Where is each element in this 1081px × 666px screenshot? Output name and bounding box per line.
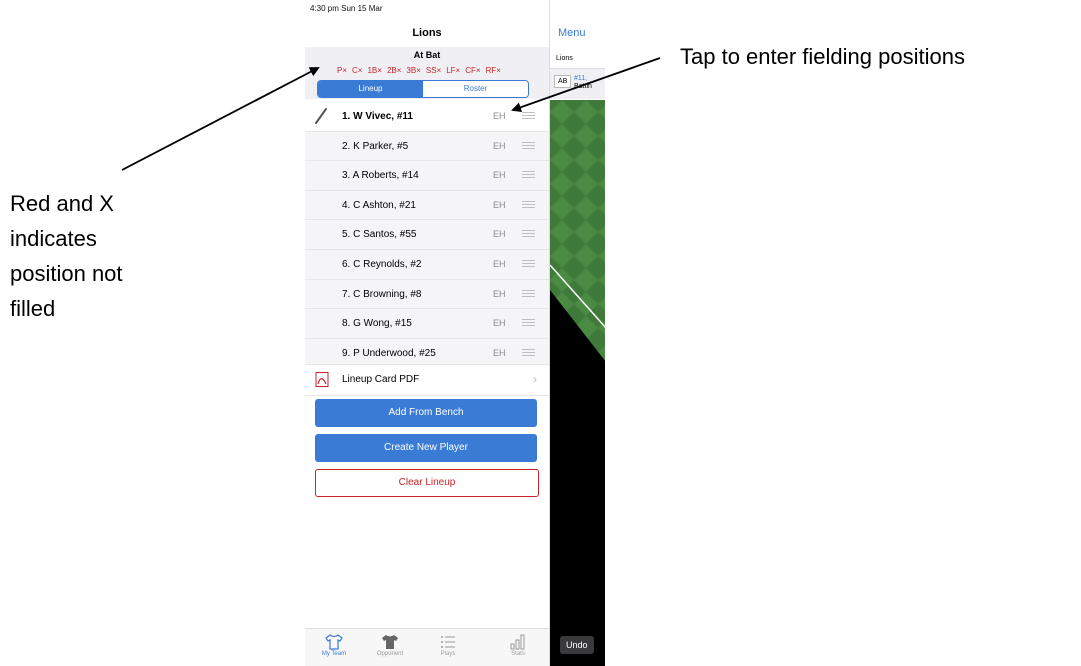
fielding-position[interactable]: EH (493, 259, 506, 269)
lineup-roster-segment: Lineup Roster (317, 80, 529, 98)
position-indicator[interactable]: 3B× (406, 66, 420, 75)
lineup-row[interactable]: 8. G Wong, #15 EH (305, 309, 549, 339)
reorder-handle-icon[interactable] (522, 112, 535, 120)
at-bat-title: At Bat (413, 50, 441, 60)
batter-number: #11, (574, 75, 588, 82)
annotation-line: position not (10, 261, 123, 286)
tab-my-team[interactable]: My Team (309, 633, 359, 657)
segment-lineup[interactable]: Lineup (318, 81, 423, 97)
position-indicator[interactable]: C× (352, 66, 362, 75)
annotation-line: indicates (10, 226, 97, 251)
player-name: 7. C Browning, #8 (342, 288, 422, 300)
add-from-bench-button[interactable]: Add From Bench (315, 399, 537, 427)
clear-lineup-button[interactable]: Clear Lineup (315, 469, 539, 497)
ab-tab[interactable]: AB (554, 75, 572, 88)
fielding-position[interactable]: EH (493, 229, 506, 239)
position-indicator[interactable]: RF× (486, 66, 501, 75)
annotation-line: Red and X (10, 191, 114, 216)
lineup-row[interactable]: 1. W Vivec, #11 EH (305, 102, 549, 132)
player-name: 1. W Vivec, #11 (342, 111, 413, 122)
tab-label: Stats (511, 651, 525, 657)
undo-button[interactable]: Undo (560, 636, 594, 654)
reorder-handle-icon[interactable] (522, 141, 535, 150)
bat-icon (315, 108, 327, 124)
segment-roster[interactable]: Roster (423, 81, 528, 97)
lineup-row[interactable]: 4. C Ashton, #21 EH (305, 190, 549, 221)
fielding-position[interactable]: EH (493, 348, 506, 358)
arrow-left (121, 67, 320, 171)
player-name: 4. C Ashton, #21 (342, 199, 416, 211)
annotation-line: filled (10, 296, 56, 321)
field-pane: Menu Lions AB #11, Battin Undo (549, 0, 605, 666)
left-annotation: Red and X indicates position not filled (10, 186, 210, 326)
chevron-right-icon: › (533, 372, 537, 386)
tab-label: Opponent (376, 651, 404, 657)
fielding-position[interactable]: EH (493, 200, 506, 210)
position-indicator[interactable]: LF× (446, 66, 460, 75)
position-indicator[interactable]: SS× (426, 66, 441, 75)
reorder-handle-icon[interactable] (522, 319, 535, 327)
reorder-handle-icon[interactable] (522, 200, 535, 209)
reorder-handle-icon[interactable] (522, 171, 535, 179)
position-indicator[interactable]: CF× (465, 66, 480, 75)
tab-label: My Team (321, 651, 347, 657)
lineup-row[interactable]: 2. K Parker, #5 EH (305, 131, 549, 162)
reorder-handle-icon[interactable] (522, 230, 535, 238)
status-bar: 4:30 pm Sun 15 Mar (310, 4, 383, 13)
tab-stats[interactable]: Stats (493, 633, 543, 657)
tab-plays[interactable]: Plays (423, 633, 473, 657)
ipad-screen: 4:30 pm Sun 15 Mar Lions At Bat P× C× 1B… (305, 0, 605, 666)
menu-button[interactable]: Menu (558, 27, 586, 39)
player-name: 9. P Underwood, #25 (342, 347, 436, 359)
right-annotation: Tap to enter fielding positions (680, 44, 965, 69)
fielding-position[interactable]: EH (493, 170, 506, 180)
fielding-position[interactable]: EH (493, 289, 506, 299)
pdf-label: Lineup Card PDF (342, 374, 420, 385)
field-graphic (550, 100, 605, 361)
player-name: 8. G Wong, #15 (342, 318, 412, 330)
reorder-handle-icon[interactable] (522, 259, 535, 268)
jersey-filled-icon (382, 635, 398, 649)
create-new-player-button[interactable]: Create New Player (315, 434, 537, 462)
player-name: 5. C Santos, #55 (342, 229, 417, 241)
tab-label: Plays (440, 651, 456, 657)
bar-chart-icon (510, 634, 525, 650)
tab-opponent[interactable]: Opponent (365, 633, 415, 657)
side-team-label: Lions (556, 55, 573, 62)
player-name: 3. A Roberts, #14 (342, 170, 419, 182)
lineup-row[interactable]: 6. C Reynolds, #2 EH (305, 249, 549, 280)
batter-status: Battin (574, 83, 592, 90)
player-name: 6. C Reynolds, #2 (342, 258, 422, 270)
reorder-handle-icon[interactable] (522, 348, 535, 357)
position-indicator[interactable]: P× (337, 66, 347, 75)
baseball-field[interactable] (550, 100, 605, 666)
current-batter: #11, Battin (574, 75, 592, 91)
pdf-icon (315, 372, 329, 387)
list-icon (441, 636, 455, 648)
lineup-list: 1. W Vivec, #11 EH 2. K Parker, #5 EH 3.… (305, 102, 549, 369)
position-list: P× C× 1B× 2B× 3B× SS× LF× CF× RF× (337, 66, 501, 75)
position-indicator[interactable]: 1B× (367, 66, 381, 75)
position-indicator[interactable]: 2B× (387, 66, 401, 75)
lineup-row[interactable]: 3. A Roberts, #14 EH (305, 161, 549, 191)
player-name: 2. K Parker, #5 (342, 140, 409, 152)
fielding-position[interactable]: EH (493, 318, 506, 328)
lineup-row[interactable]: 7. C Browning, #8 EH (305, 279, 549, 310)
fielding-position[interactable]: EH (493, 111, 506, 121)
nav-title: Lions (412, 27, 442, 39)
lineup-row[interactable]: 5. C Santos, #55 EH (305, 220, 549, 250)
fielding-position[interactable]: EH (493, 141, 506, 151)
jersey-outline-icon (325, 634, 343, 650)
lineup-card-pdf-row[interactable]: Lineup Card PDF › (305, 364, 549, 396)
tab-bar: My Team Opponent Plays Stats (305, 628, 549, 666)
reorder-handle-icon[interactable] (522, 289, 535, 298)
